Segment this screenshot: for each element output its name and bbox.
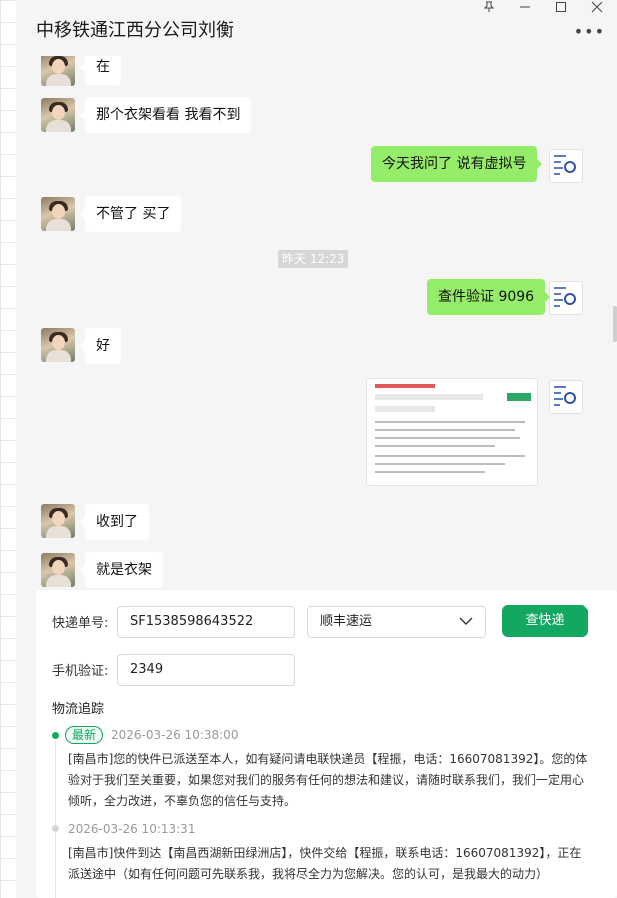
tracking-panel: 快递单号: SF1538598643522 顺丰速运 查快递 手机验证: 234… <box>36 590 617 898</box>
waybill-input[interactable]: SF1538598643522 <box>117 606 295 638</box>
message-bubble[interactable]: 今天我问了 说有虚拟号 <box>371 146 543 182</box>
minimize-icon[interactable] <box>509 0 541 18</box>
message-bubble[interactable]: 查件验证 9096 <box>427 279 551 315</box>
message-bubble[interactable]: 在 <box>80 56 121 85</box>
waybill-label: 快递单号: <box>52 616 109 631</box>
latest-badge: 最新 <box>65 726 104 744</box>
timeline-dot <box>52 825 59 832</box>
image-message[interactable] <box>366 378 538 486</box>
phone-input[interactable]: 2349 <box>117 654 295 686</box>
message-bubble[interactable]: 好 <box>80 328 121 364</box>
chat-scrollbar[interactable] <box>613 306 617 342</box>
maximize-icon[interactable] <box>545 0 577 18</box>
contact-avatar[interactable] <box>41 504 75 538</box>
contact-avatar[interactable] <box>41 98 75 132</box>
carrier-value: 顺丰速运 <box>320 614 373 629</box>
chat-timestamp: 昨天 12:23 <box>278 250 349 268</box>
message-bubble[interactable]: 那个衣架看看 我看不到 <box>79 97 252 133</box>
event-time: 2026-03-26 10:13:31 <box>68 822 196 836</box>
close-icon[interactable] <box>581 0 613 18</box>
chat-title: 中移铁通江西分公司刘衡 <box>36 20 234 41</box>
contact-avatar[interactable] <box>41 328 75 362</box>
pin-icon[interactable] <box>473 0 505 18</box>
my-avatar[interactable] <box>549 149 583 183</box>
my-avatar[interactable] <box>549 281 583 315</box>
phone-label: 手机验证: <box>52 664 109 679</box>
chat-window: 中移铁通江西分公司刘衡 ••• 在 那个衣架看看 我看不到 今天我问了 说有虚拟… <box>16 0 617 898</box>
message-list[interactable]: 在 那个衣架看看 我看不到 今天我问了 说有虚拟号 不管了 买了 昨天 12:2… <box>16 56 617 590</box>
message-bubble[interactable]: 不管了 买了 <box>79 196 182 232</box>
timeline-line <box>55 740 56 898</box>
chevron-down-icon <box>459 617 473 625</box>
my-avatar[interactable] <box>549 380 583 414</box>
tracking-section-title: 物流追踪 <box>52 702 105 717</box>
message-bubble[interactable]: 收到了 <box>80 504 149 540</box>
contact-avatar[interactable] <box>41 553 75 587</box>
event-time: 2026-03-26 10:38:00 <box>111 728 239 742</box>
contact-avatar[interactable] <box>41 56 75 86</box>
event-text: [南昌市]快件到达【南昌西湖新田绿洲店】，快件交给【程振，联系电话：166070… <box>68 846 582 881</box>
contact-avatar[interactable] <box>41 197 75 231</box>
message-bubble[interactable]: 就是衣架 <box>80 552 163 588</box>
more-icon[interactable]: ••• <box>574 22 605 41</box>
carrier-select[interactable]: 顺丰速运 <box>307 606 486 638</box>
query-button[interactable]: 查快递 <box>502 604 589 637</box>
event-text: [南昌市]您的快件已派送至本人，如有疑问请电联快递员【程振，电话：1660708… <box>68 752 588 808</box>
timeline-dot-active <box>52 732 59 739</box>
title-bar: 中移铁通江西分公司刘衡 ••• <box>16 0 617 56</box>
